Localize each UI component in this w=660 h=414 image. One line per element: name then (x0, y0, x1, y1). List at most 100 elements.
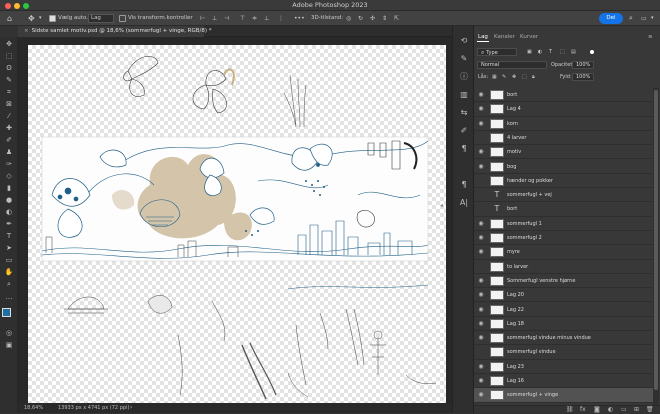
tab-channels[interactable]: Kanaler (494, 34, 515, 40)
more-options-button[interactable]: ••• (294, 14, 305, 23)
align-left-icon[interactable]: ⊢ (200, 14, 205, 23)
info-icon[interactable]: ⓘ (459, 72, 469, 82)
opacity-field[interactable]: 100% (572, 61, 594, 69)
visibility-off-icon[interactable] (478, 349, 484, 355)
brush-settings-icon[interactable]: ✎ (459, 54, 469, 64)
visibility-eye-icon[interactable]: ◉ (478, 120, 484, 127)
layer-row[interactable]: ◉ bog (474, 160, 653, 174)
screen-mode-icon[interactable]: ▣ (4, 341, 14, 349)
visibility-eye-icon[interactable]: ◉ (478, 235, 484, 241)
shape-tool-icon[interactable]: ▭ (4, 256, 14, 264)
align-middle-icon[interactable]: ≑ (252, 14, 257, 23)
paragraph-icon[interactable]: ¶ (459, 144, 469, 154)
stamp-tool-icon[interactable]: ♟ (4, 148, 14, 156)
layer-row[interactable]: sommerfugl vindue (474, 345, 653, 360)
layers-scrollbar[interactable] (653, 88, 659, 405)
zoom-tool-icon[interactable]: ⌕ (4, 280, 14, 288)
visibility-eye-icon[interactable]: ◉ (478, 363, 484, 370)
character-icon[interactable]: ✐ (459, 126, 469, 136)
filter-kind-dropdown[interactable]: ⌕ Type (477, 48, 517, 56)
quick-mask-icon[interactable]: ◎ (4, 329, 14, 337)
3d-scale-icon[interactable]: ⇱ (394, 14, 399, 23)
filter-shape-icon[interactable]: ⬚ (560, 48, 565, 56)
brush-tool-icon[interactable]: ✐ (4, 136, 14, 144)
eraser-tool-icon[interactable]: ◇ (4, 172, 14, 180)
align-right-icon[interactable]: ⊣ (224, 14, 229, 23)
visibility-off-icon[interactable] (478, 135, 484, 141)
path-select-icon[interactable]: ➤ (4, 244, 14, 252)
layer-row[interactable]: Tbort (474, 202, 653, 217)
document-tab[interactable]: × Sidste samlet motiv.psd @ 18,6% (sommer… (18, 26, 212, 37)
frame-tool-icon[interactable]: ⊠ (4, 100, 14, 108)
eyedropper-tool-icon[interactable]: ⁄ (4, 112, 14, 120)
layer-row[interactable]: ◉ korn (474, 117, 653, 131)
transform-checkbox[interactable] (119, 15, 126, 22)
foreground-color-swatch[interactable] (2, 308, 11, 317)
hand-tool-icon[interactable]: ✋ (4, 268, 14, 276)
type-panel-icon[interactable]: A| (459, 198, 469, 208)
visibility-eye-icon[interactable]: ◉ (478, 92, 484, 98)
align-bottom-icon[interactable]: ⊥ (264, 14, 269, 23)
share-button[interactable]: Del (599, 13, 623, 24)
move-tool-icon[interactable]: ✥ (4, 40, 14, 48)
canvas-scroll-arrow-icon[interactable]: ◂ (440, 202, 443, 209)
layer-row[interactable]: Tsommerfugl + vej (474, 188, 653, 203)
type-tool-icon[interactable]: T (4, 232, 14, 240)
align-top-icon[interactable]: ⊤ (240, 14, 245, 23)
layer-row[interactable]: ◉ motiv (474, 145, 653, 160)
layer-row[interactable]: ◉ sommerfugl 1 (474, 217, 653, 231)
dodge-tool-icon[interactable]: ◐ (4, 208, 14, 216)
visibility-eye-icon[interactable]: ◉ (478, 335, 484, 341)
history-icon[interactable]: ⟲ (459, 36, 469, 46)
layer-row[interactable]: ◉ myre (474, 245, 653, 260)
visibility-eye-icon[interactable]: ◉ (478, 249, 484, 255)
layer-row[interactable]: ◉ Lag 20 (474, 288, 653, 303)
visibility-off-icon[interactable] (478, 206, 484, 212)
lasso-tool-icon[interactable]: ʘ (4, 64, 14, 72)
3d-slide-icon[interactable]: ⇕ (382, 14, 387, 23)
layer-row[interactable]: ◉ Lag 16 (474, 374, 653, 389)
filter-type-icon[interactable]: T (549, 48, 552, 56)
layer-row[interactable]: 4 larver (474, 131, 653, 146)
history-brush-icon[interactable]: ✑ (4, 160, 14, 168)
layer-row[interactable]: ◉ sommerfugl 2 (474, 231, 653, 246)
adjustments-icon[interactable]: ⇆ (459, 108, 469, 118)
auto-select-dropdown[interactable]: Lag (88, 14, 114, 23)
pen-tool-icon[interactable]: ✒ (4, 220, 14, 228)
visibility-eye-icon[interactable]: ◉ (478, 163, 484, 170)
chevron-right-icon[interactable]: › (130, 403, 132, 413)
layer-row[interactable]: ◉ sommerfugl + vinge (474, 388, 653, 403)
visibility-off-icon[interactable] (478, 178, 484, 184)
chevron-down-icon[interactable]: ▾ (39, 14, 42, 23)
marquee-tool-icon[interactable]: ⬚ (4, 52, 14, 60)
layer-row[interactable]: to larver (474, 260, 653, 274)
lock-all-icon[interactable]: 🔒︎ (532, 73, 535, 81)
lock-artboard-icon[interactable]: ⬚ (522, 73, 527, 81)
layer-row[interactable]: ◉ Sommerfugl venstre hjørne (474, 274, 653, 289)
quick-select-tool-icon[interactable]: ✎ (4, 76, 14, 84)
visibility-eye-icon[interactable]: ◉ (478, 292, 484, 298)
lock-transparent-icon[interactable]: ▦ (492, 73, 497, 81)
visibility-eye-icon[interactable]: ◉ (478, 306, 484, 313)
workspace-icon[interactable]: ▭ (641, 14, 647, 23)
align-center-icon[interactable]: ⊥ (212, 14, 217, 23)
visibility-eye-icon[interactable]: ◉ (478, 277, 484, 284)
layer-row[interactable]: hænder og pokker (474, 174, 653, 189)
filter-adjustment-icon[interactable]: ◐ (538, 48, 542, 56)
crop-tool-icon[interactable]: ⌗ (4, 88, 14, 96)
layer-row[interactable]: ◉ Lag 18 (474, 317, 653, 332)
visibility-eye-icon[interactable]: ◉ (478, 149, 484, 155)
blend-mode-dropdown[interactable]: Normal (477, 61, 547, 69)
visibility-eye-icon[interactable]: ◉ (478, 392, 484, 398)
filter-smart-object-icon[interactable]: ▤ (571, 48, 576, 56)
search-icon[interactable]: ⌕ (629, 14, 633, 23)
lock-position-icon[interactable]: ✥ (512, 73, 516, 81)
gradient-tool-icon[interactable]: ▮ (4, 184, 14, 192)
3d-pan-icon[interactable]: ✣ (370, 14, 375, 23)
visibility-eye-icon[interactable]: ◉ (478, 220, 484, 227)
lock-pixels-icon[interactable]: ✎ (502, 73, 506, 81)
close-tab-icon[interactable]: × (24, 28, 29, 34)
more-tools-icon[interactable]: … (4, 293, 14, 301)
filter-toggle-icon[interactable] (590, 50, 594, 54)
layers-scrollbar-thumb[interactable] (654, 90, 658, 390)
